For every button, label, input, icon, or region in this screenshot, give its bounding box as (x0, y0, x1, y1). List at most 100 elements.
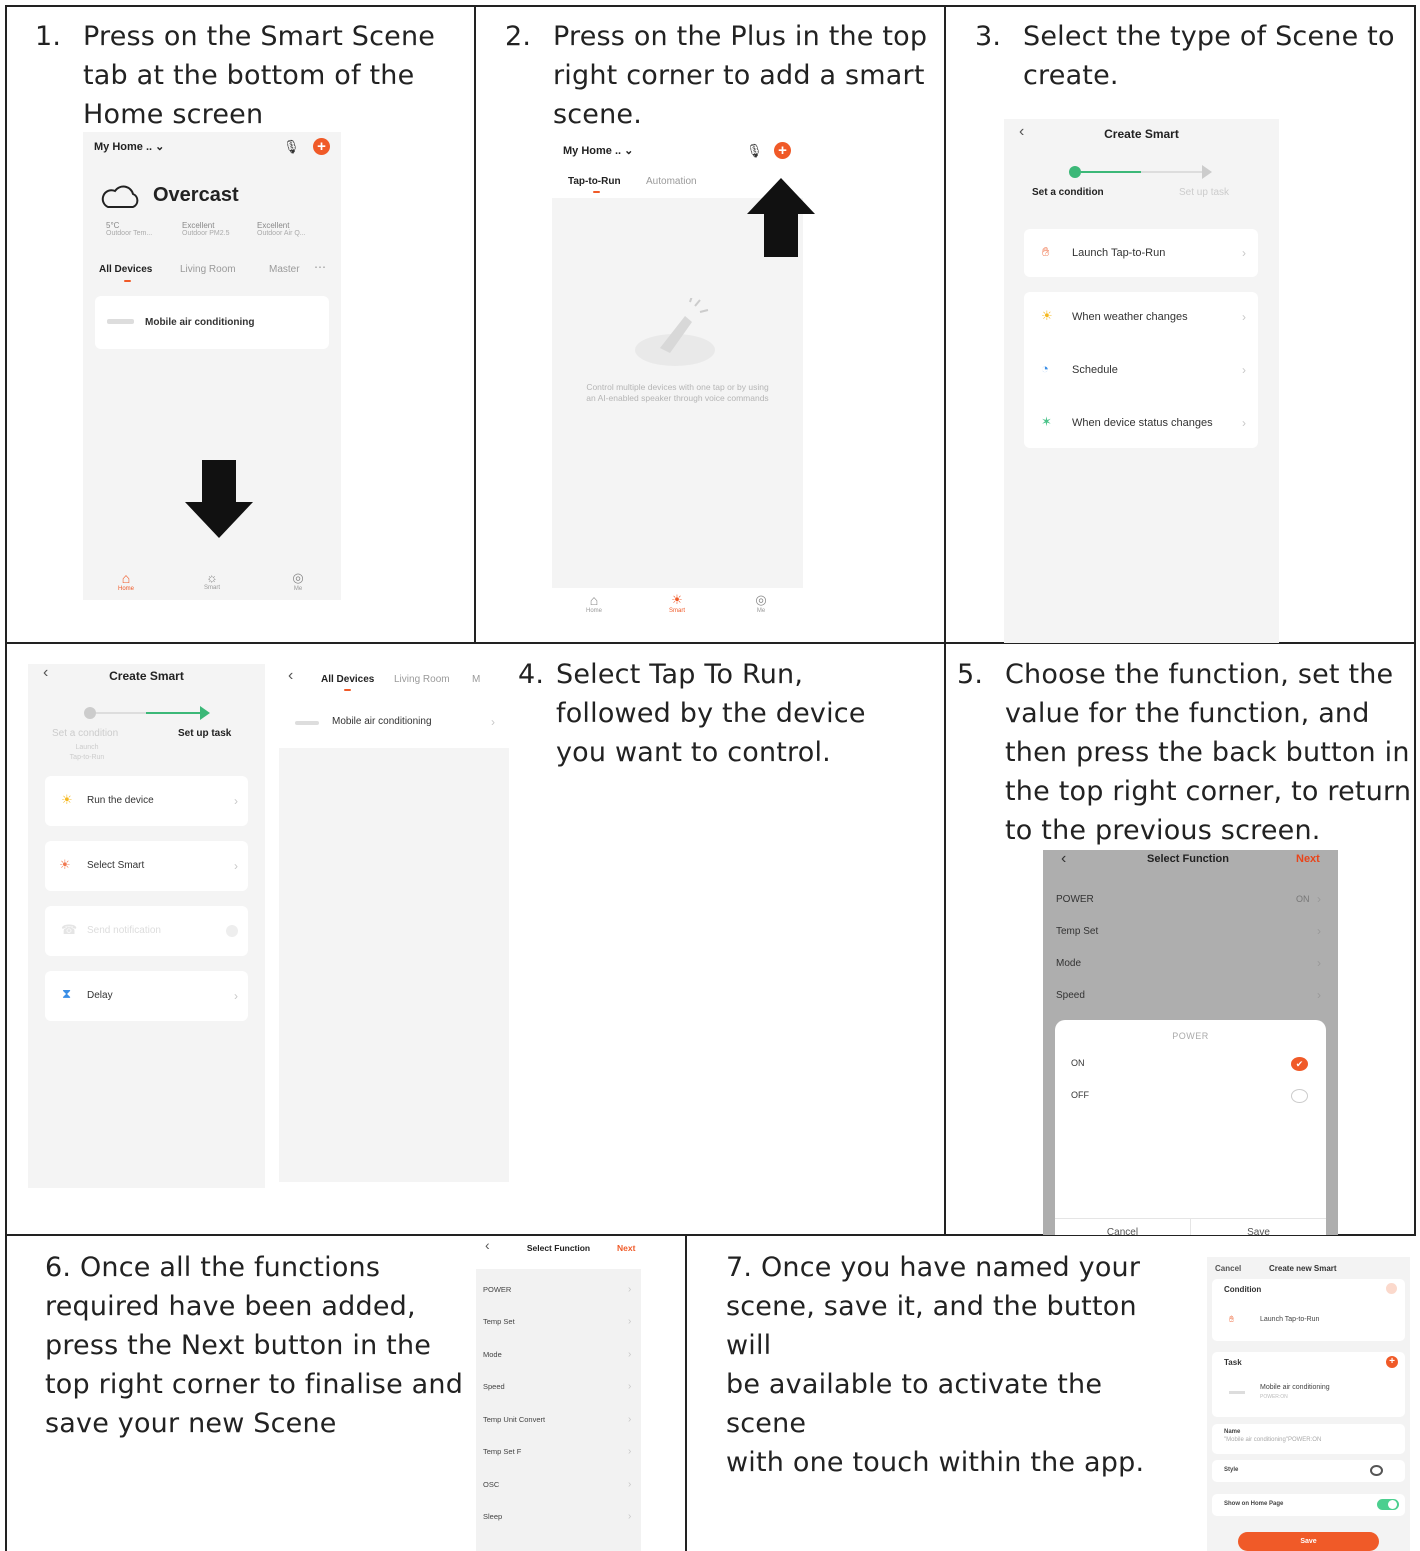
device-card[interactable]: Mobile air conditioning (95, 296, 329, 349)
arrow-right-icon (200, 706, 210, 720)
tab-master[interactable]: Master (269, 264, 300, 275)
option-on[interactable]: ON ✔ (1055, 1054, 1326, 1074)
progress-line (1081, 171, 1141, 173)
progress-line (146, 712, 202, 714)
add-icon[interactable]: + (1386, 1356, 1398, 1368)
option-schedule[interactable]: ◔ Schedule › (1024, 356, 1258, 386)
step-1-text: 1. Press on the Smart Scene tab at the b… (35, 21, 436, 130)
phone-icon: ☎ (61, 922, 78, 937)
toggle-switch[interactable] (1377, 1499, 1399, 1510)
nav-me[interactable]: ◎ Me (749, 592, 773, 614)
home-icon: ⌂ (121, 570, 131, 586)
function-row[interactable]: Temp Unit Convert › (476, 1413, 641, 1429)
condition-item[interactable]: ✋︎ Launch Tap-to-Run (1212, 1312, 1405, 1332)
chevron-right-icon: › (628, 1349, 632, 1360)
function-row[interactable]: OSC › (476, 1478, 641, 1494)
home-title[interactable]: My Home .. ⌄ (94, 140, 164, 153)
style-row[interactable]: Style (1212, 1460, 1405, 1482)
add-button[interactable]: + (313, 138, 330, 155)
save-button[interactable]: Save (1238, 1532, 1379, 1551)
option-run-device[interactable]: ☀ Run the device › (45, 776, 248, 826)
check-icon: ✔ (1291, 1057, 1308, 1071)
mic-icon[interactable]: 🎙︎ (746, 143, 763, 159)
device-name: Mobile air conditioning (145, 317, 255, 328)
hand-tap-icon: ✋︎ (1042, 244, 1050, 259)
tab-indicator (344, 689, 351, 691)
tab-automation[interactable]: Automation (646, 176, 697, 187)
air-conditioner-icon (107, 319, 134, 324)
page-title: Select Function (1147, 853, 1229, 865)
weather-label: Overcast (153, 184, 239, 206)
option-select-smart[interactable]: ☀ Select Smart › (45, 841, 248, 891)
option-weather[interactable]: ☀ When weather changes › (1024, 303, 1258, 333)
nav-home[interactable]: ⌂ Home (114, 570, 138, 592)
nav-smart[interactable]: ☀ Smart (665, 592, 689, 614)
chevron-right-icon: › (628, 1511, 632, 1522)
back-icon[interactable]: ‹ (288, 667, 293, 685)
cancel-button[interactable]: Cancel (1055, 1227, 1190, 1235)
nav-home[interactable]: ⌂ Home (582, 592, 606, 614)
function-row[interactable]: Speed › (476, 1380, 641, 1396)
home-title[interactable]: My Home .. ⌄ (563, 144, 633, 157)
task-item[interactable]: Mobile air conditioning POWER:ON (1212, 1382, 1405, 1410)
option-device-status[interactable]: ✶ When device status changes › (1024, 409, 1258, 439)
option-launch-tap-to-run[interactable]: ✋︎ Launch Tap-to-Run › (1024, 229, 1258, 277)
profile-icon: ◎ (292, 570, 304, 585)
add-button[interactable]: + (774, 142, 791, 159)
cancel-button[interactable]: Cancel (1215, 1264, 1241, 1273)
next-button[interactable]: Next (1296, 853, 1320, 865)
progress-sub: Launch Tap-to-Run (69, 744, 105, 761)
tab-tap-to-run[interactable]: Tap-to-Run (568, 176, 621, 187)
sun-icon: ☀ (671, 592, 683, 607)
condition-card: Condition ✋︎ Launch Tap-to-Run (1212, 1279, 1405, 1341)
progress-step: Set up task (178, 728, 232, 739)
mic-icon[interactable]: 🎙︎ (283, 139, 300, 155)
tab-living-room[interactable]: Living Room (394, 674, 450, 685)
chevron-right-icon: › (628, 1381, 632, 1392)
function-row-power[interactable]: POWER ON › (1043, 890, 1338, 910)
grid-line (474, 5, 476, 644)
device-row[interactable]: Mobile air conditioning › (279, 708, 509, 738)
phone-create-new-smart: Cancel Create new Smart Condition ✋︎ Lau… (1207, 1257, 1410, 1551)
save-button[interactable]: Save (1191, 1227, 1326, 1235)
show-on-home-row[interactable]: Show on Home Page (1212, 1494, 1405, 1516)
chevron-right-icon: › (1317, 988, 1321, 1002)
step-4-text: 4. Select Tap To Run, followed by the de… (518, 659, 866, 768)
tab-all-devices[interactable]: All Devices (321, 674, 374, 685)
function-row[interactable]: Temp Set › (476, 1315, 641, 1331)
name-row[interactable]: Name "Mobile air conditioning"POWER:ON (1212, 1424, 1405, 1454)
chevron-right-icon: › (628, 1414, 632, 1425)
option-off[interactable]: OFF (1055, 1086, 1326, 1106)
air-conditioner-icon (1229, 1391, 1245, 1394)
function-row-temp-set[interactable]: Temp Set › (1043, 922, 1338, 942)
empty-state-text: Control multiple devices with one tap or… (586, 382, 769, 403)
grid-line (944, 5, 946, 1236)
progress-step: Set up task (1179, 187, 1230, 198)
nav-smart[interactable]: ☼ Smart (200, 570, 224, 591)
function-row-mode[interactable]: Mode › (1043, 954, 1338, 974)
function-row[interactable]: Mode › (476, 1348, 641, 1364)
tab-living-room[interactable]: Living Room (180, 264, 236, 275)
function-row[interactable]: POWER › (476, 1283, 641, 1299)
next-button[interactable]: Next (617, 1243, 635, 1253)
nav-me[interactable]: ◎ Me (286, 570, 310, 592)
tab-all-devices[interactable]: All Devices (99, 264, 152, 275)
more-tabs-icon[interactable]: ⋯ (314, 260, 326, 274)
chevron-right-icon: › (1242, 363, 1246, 377)
chevron-right-icon: › (1242, 310, 1246, 324)
toggle-disabled (226, 925, 238, 937)
page-title: Create Smart (109, 669, 184, 683)
task-card: Task + Mobile air conditioning POWER:ON (1212, 1352, 1405, 1417)
arrow-down-icon (185, 502, 253, 538)
function-row-speed[interactable]: Speed › (1043, 986, 1338, 1006)
tab-more[interactable]: M (472, 674, 480, 685)
phone-create-smart-task: ‹ Create Smart Set a condition Launch Ta… (28, 664, 265, 1188)
function-row[interactable]: Temp Set F › (476, 1445, 641, 1461)
tap-illustration-icon (630, 295, 720, 373)
option-delay[interactable]: ⧗ Delay › (45, 971, 248, 1021)
progress-step: Set a condition (52, 728, 119, 739)
style-icon (1370, 1465, 1383, 1476)
progress-dot (84, 707, 96, 719)
function-row[interactable]: Sleep › (476, 1510, 641, 1526)
chevron-right-icon: › (628, 1479, 632, 1490)
